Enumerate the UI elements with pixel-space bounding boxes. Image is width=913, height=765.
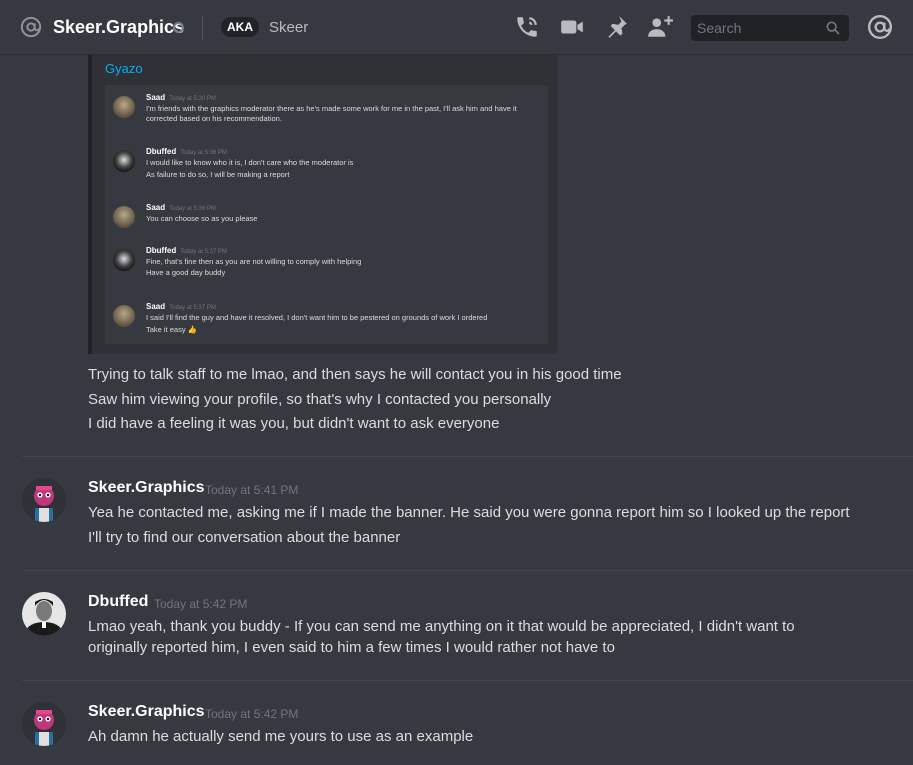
embed-message-text: You can choose so as you please — [146, 214, 258, 223]
embed-message-text: I would like to know who it is, I don't … — [146, 158, 354, 167]
embed-author: Dbuffed — [146, 147, 177, 156]
embed-author: Saad — [146, 93, 166, 102]
embed-timestamp: Today at 5:30 PM — [169, 96, 216, 102]
avatar — [113, 249, 135, 271]
avatar — [113, 96, 135, 118]
embed-message-text: Take it easy 👍 — [146, 325, 198, 334]
message-divider — [22, 680, 913, 681]
avatar — [113, 150, 135, 172]
message-timestamp: Today at 5:42 PM — [205, 707, 299, 721]
embed-author: Saad — [146, 302, 166, 311]
message-text: originally reported him, I even said to … — [88, 639, 615, 656]
message-divider — [22, 456, 913, 457]
avatar — [113, 206, 135, 228]
avatar[interactable] — [22, 702, 66, 746]
message-timestamp: Today at 5:42 PM — [154, 597, 248, 611]
embed-message-text: corrected based on his recommendation. — [146, 114, 282, 123]
message-text: Yea he contacted me, asking me if I made… — [88, 504, 850, 521]
message-author[interactable]: Skeer.Graphics — [88, 479, 205, 497]
message-author[interactable]: Dbuffed — [88, 593, 148, 611]
embed-screenshot-image[interactable]: Saad Today at 5:30 PM I'm friends with th… — [105, 85, 548, 344]
mentions-icon[interactable] — [867, 14, 893, 40]
avatar-skeer-icon — [22, 478, 66, 522]
message-author[interactable]: Skeer.Graphics — [88, 703, 205, 721]
embed-timestamp: Today at 5:36 PM — [180, 150, 227, 156]
embed-message-text: Fine, that's fine then as you are not wi… — [146, 257, 362, 266]
video-call-icon[interactable] — [559, 14, 585, 40]
embed-author: Saad — [146, 203, 166, 212]
avatar[interactable] — [22, 478, 66, 522]
embed-message-text: As failure to do so, I will be making a … — [146, 170, 290, 179]
avatar[interactable] — [22, 592, 66, 636]
embed-message-text: I said I'll find the guy and have it res… — [146, 313, 488, 322]
message-timestamp: Today at 5:41 PM — [205, 483, 299, 497]
search-input[interactable] — [697, 20, 817, 36]
avatar — [113, 305, 135, 327]
avatar-skeer-icon — [22, 702, 66, 746]
call-icon[interactable] — [514, 14, 540, 40]
at-sign-icon — [20, 16, 42, 38]
embed-provider-link[interactable]: Gyazo — [105, 61, 143, 76]
embed-timestamp: Today at 5:37 PM — [180, 249, 227, 255]
message-text: Saw him viewing your profile, so that's … — [88, 391, 552, 408]
header-divider — [202, 16, 203, 40]
channel-name: Skeer.Graphics — [53, 17, 185, 37]
message-text: I'll try to find our conversation about … — [88, 529, 401, 546]
embed-author: Dbuffed — [146, 246, 177, 255]
embed-timestamp: Today at 5:36 PM — [169, 206, 216, 212]
embed-message-text: I'm friends with the graphics moderator … — [146, 104, 517, 113]
search-icon — [826, 21, 840, 35]
add-friend-icon[interactable] — [647, 14, 673, 40]
channel-header: Skeer.Graphics AKA Skeer — [0, 0, 913, 55]
message-text: Lmao yeah, thank you buddy - If you can … — [88, 618, 795, 635]
aka-badge: AKA — [221, 17, 259, 37]
aka-nickname: Skeer — [269, 19, 309, 36]
status-offline-icon — [173, 22, 184, 33]
message-divider — [22, 570, 913, 571]
gyazo-embed: Gyazo Saad Today at 5:30 PM I'm friends w… — [88, 55, 557, 354]
message-text: Trying to talk staff to me lmao, and the… — [88, 366, 622, 383]
search-box[interactable] — [691, 15, 849, 41]
message-text: Ah damn he actually send me yours to use… — [88, 728, 474, 745]
message-text: I did have a feeling it was you, but did… — [88, 415, 500, 432]
embed-timestamp: Today at 5:37 PM — [169, 305, 216, 311]
avatar-dbuffed-icon — [22, 592, 66, 636]
pin-icon[interactable] — [603, 14, 629, 40]
embed-message-text: Have a good day buddy — [146, 268, 226, 277]
